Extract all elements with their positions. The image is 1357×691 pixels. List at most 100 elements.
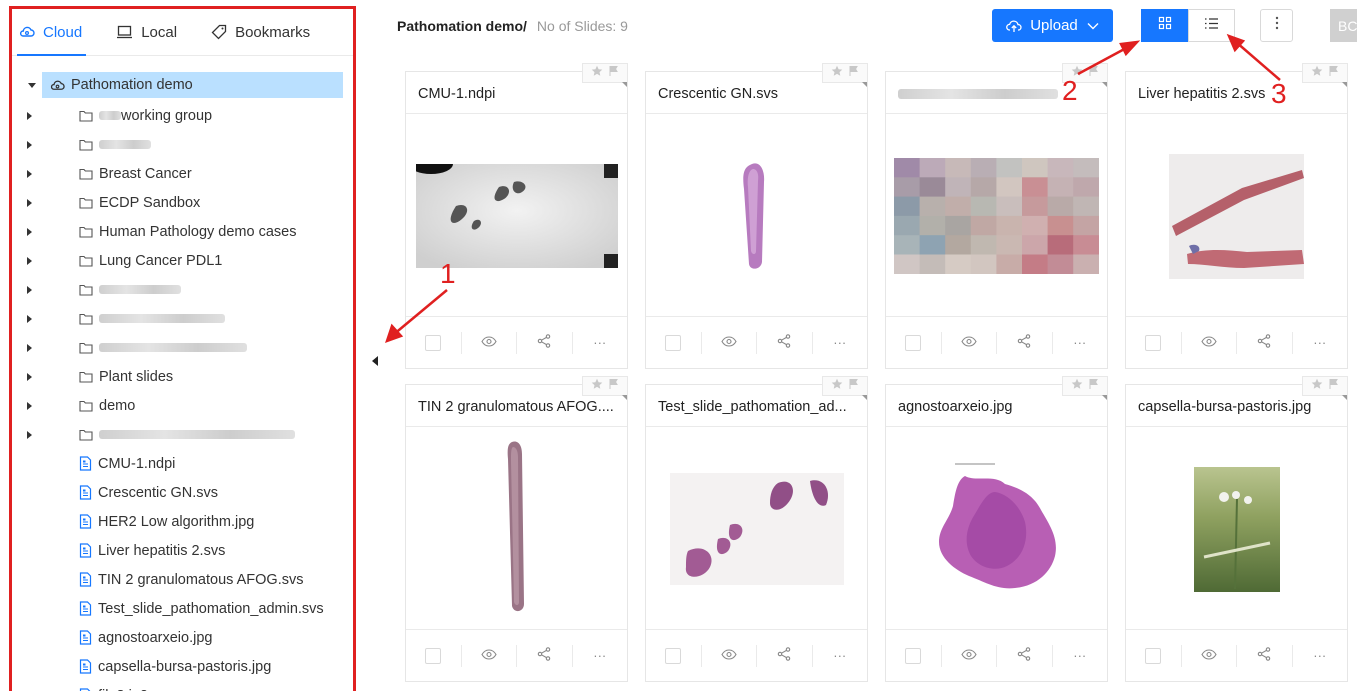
more-options-button[interactable] [1260,9,1293,42]
select-checkbox[interactable] [1126,644,1182,667]
caret-right-icon[interactable] [27,430,32,439]
checkbox-box[interactable] [905,334,922,351]
collapse-panel-icon[interactable] [372,356,378,366]
slide-thumbnail[interactable] [886,427,1107,631]
tab-bookmarks[interactable]: Bookmarks [211,9,310,55]
checkbox-box[interactable] [425,647,442,664]
slide-title[interactable]: TIN 2 granulomatous AFOG.... [406,385,627,427]
card-more-button[interactable]: ··· [1053,645,1108,667]
slide-card[interactable]: TIN 2 granulomatous AFOG.... ··· [405,376,628,682]
checkbox-box[interactable] [425,334,442,351]
caret-right-icon[interactable] [27,198,32,207]
upload-button[interactable]: Upload [992,9,1113,42]
caret-right-icon[interactable] [27,140,32,149]
tree-file-node[interactable]: file3.jp2 [12,681,353,691]
tree-root-node[interactable]: Pathomation demo [28,72,343,98]
checkbox-box[interactable] [1145,334,1162,351]
tree-folder-node[interactable]: Human Pathology demo cases [12,217,353,246]
select-checkbox[interactable] [886,644,942,667]
view-button[interactable] [1182,644,1237,667]
slide-title[interactable]: Test_slide_pathomation_ad... [646,385,867,427]
user-avatar[interactable]: BC [1330,9,1357,42]
tree-file-node[interactable]: HER2 Low algorithm.jpg [12,507,353,536]
card-more-button[interactable]: ··· [573,332,628,354]
select-checkbox[interactable] [1126,331,1182,354]
tree-file-node[interactable]: Liver hepatitis 2.svs [12,536,353,565]
tree-folder-node[interactable]: Lung Cancer PDL1 [12,246,353,275]
checkbox-box[interactable] [905,647,922,664]
view-button[interactable] [462,331,517,354]
card-more-button[interactable]: ··· [813,645,868,667]
caret-right-icon[interactable] [27,285,32,294]
view-button[interactable] [702,644,757,667]
card-more-button[interactable]: ··· [1293,332,1348,354]
grid-view-button[interactable] [1141,9,1188,42]
select-checkbox[interactable] [886,331,942,354]
caret-right-icon[interactable] [27,227,32,236]
caret-right-icon[interactable] [27,169,32,178]
slide-thumbnail[interactable] [1126,427,1347,631]
slide-card[interactable]: Crescentic GN.svs ··· [645,63,868,369]
select-checkbox[interactable] [646,331,702,354]
card-more-button[interactable]: ··· [1053,332,1108,354]
slide-thumbnail[interactable] [406,427,627,631]
slide-title[interactable]: Liver hepatitis 2.svs [1126,72,1347,114]
view-button[interactable] [702,331,757,354]
tree-file-node[interactable]: Test_slide_pathomation_admin.svs [12,594,353,623]
share-button[interactable] [997,331,1053,354]
share-button[interactable] [997,644,1053,667]
tree-file-node[interactable]: CMU-1.ndpi [12,449,353,478]
slide-card[interactable]: Test_slide_pathomation_ad... ··· [645,376,868,682]
slide-card[interactable]: agnostoarxeio.jpg ··· [885,376,1108,682]
caret-right-icon[interactable] [27,256,32,265]
slide-title[interactable]: agnostoarxeio.jpg [886,385,1107,427]
tab-local[interactable]: Local [116,9,177,55]
slide-title[interactable]: Crescentic GN.svs [646,72,867,114]
caret-right-icon[interactable] [27,314,32,323]
tree-file-node[interactable]: capsella-bursa-pastoris.jpg [12,652,353,681]
tree-file-node[interactable]: agnostoarxeio.jpg [12,623,353,652]
select-checkbox[interactable] [406,331,462,354]
tree-folder-node[interactable] [12,275,353,304]
card-more-button[interactable]: ··· [573,645,628,667]
list-view-button[interactable] [1188,9,1235,42]
tree-folder-node[interactable] [12,130,353,159]
slide-card[interactable]: capsella-bursa-pastoris.jpg ··· [1125,376,1348,682]
caret-right-icon[interactable] [27,401,32,410]
breadcrumb[interactable]: Pathomation demo/ [397,18,527,34]
view-button[interactable] [942,644,997,667]
view-button[interactable] [942,331,997,354]
tree-folder-node[interactable]: ECDP Sandbox [12,188,353,217]
slide-title[interactable]: capsella-bursa-pastoris.jpg [1126,385,1347,427]
tree-folder-node[interactable] [12,420,353,449]
tree-folder-node[interactable]: Breast Cancer [12,159,353,188]
slide-thumbnail[interactable] [1126,114,1347,318]
select-checkbox[interactable] [406,644,462,667]
slide-card[interactable]: CMU-1.ndpi ··· [405,63,628,369]
share-button[interactable] [517,644,573,667]
checkbox-box[interactable] [665,334,682,351]
view-button[interactable] [462,644,517,667]
tree-file-node[interactable]: TIN 2 granulomatous AFOG.svs [12,565,353,594]
caret-down-icon[interactable] [28,83,36,88]
view-button[interactable] [1182,331,1237,354]
select-checkbox[interactable] [646,644,702,667]
slide-thumbnail[interactable] [646,114,867,318]
tree-folder-node[interactable]: Plant slides [12,362,353,391]
card-more-button[interactable]: ··· [1293,645,1348,667]
slide-thumbnail[interactable] [646,427,867,631]
tree-folder-node[interactable] [12,333,353,362]
share-button[interactable] [757,331,813,354]
slide-thumbnail[interactable] [886,114,1107,318]
checkbox-box[interactable] [665,647,682,664]
tree-folder-node[interactable] [12,304,353,333]
caret-right-icon[interactable] [27,343,32,352]
caret-right-icon[interactable] [27,111,32,120]
checkbox-box[interactable] [1145,647,1162,664]
share-button[interactable] [757,644,813,667]
caret-right-icon[interactable] [27,372,32,381]
card-more-button[interactable]: ··· [813,332,868,354]
share-button[interactable] [517,331,573,354]
tree-file-node[interactable]: Crescentic GN.svs [12,478,353,507]
share-button[interactable] [1237,331,1293,354]
